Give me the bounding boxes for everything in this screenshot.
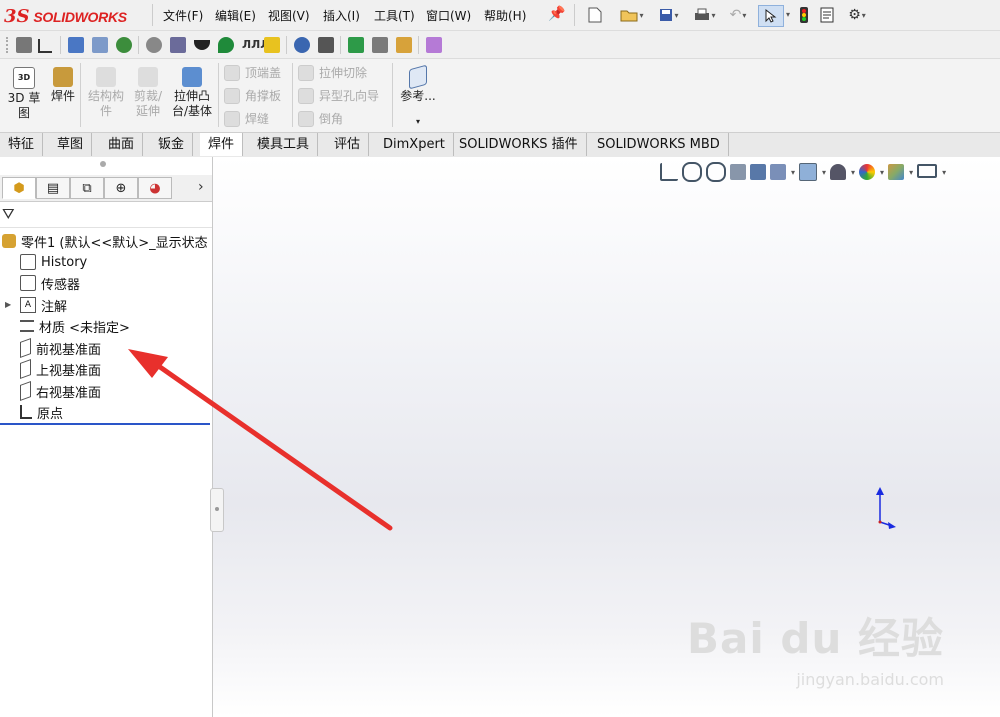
baidu-watermark: Bai du 经验 (687, 614, 944, 663)
baidu-watermark-url: jingyan.baidu.com (796, 670, 944, 689)
coordinate-triad-icon (876, 487, 896, 529)
